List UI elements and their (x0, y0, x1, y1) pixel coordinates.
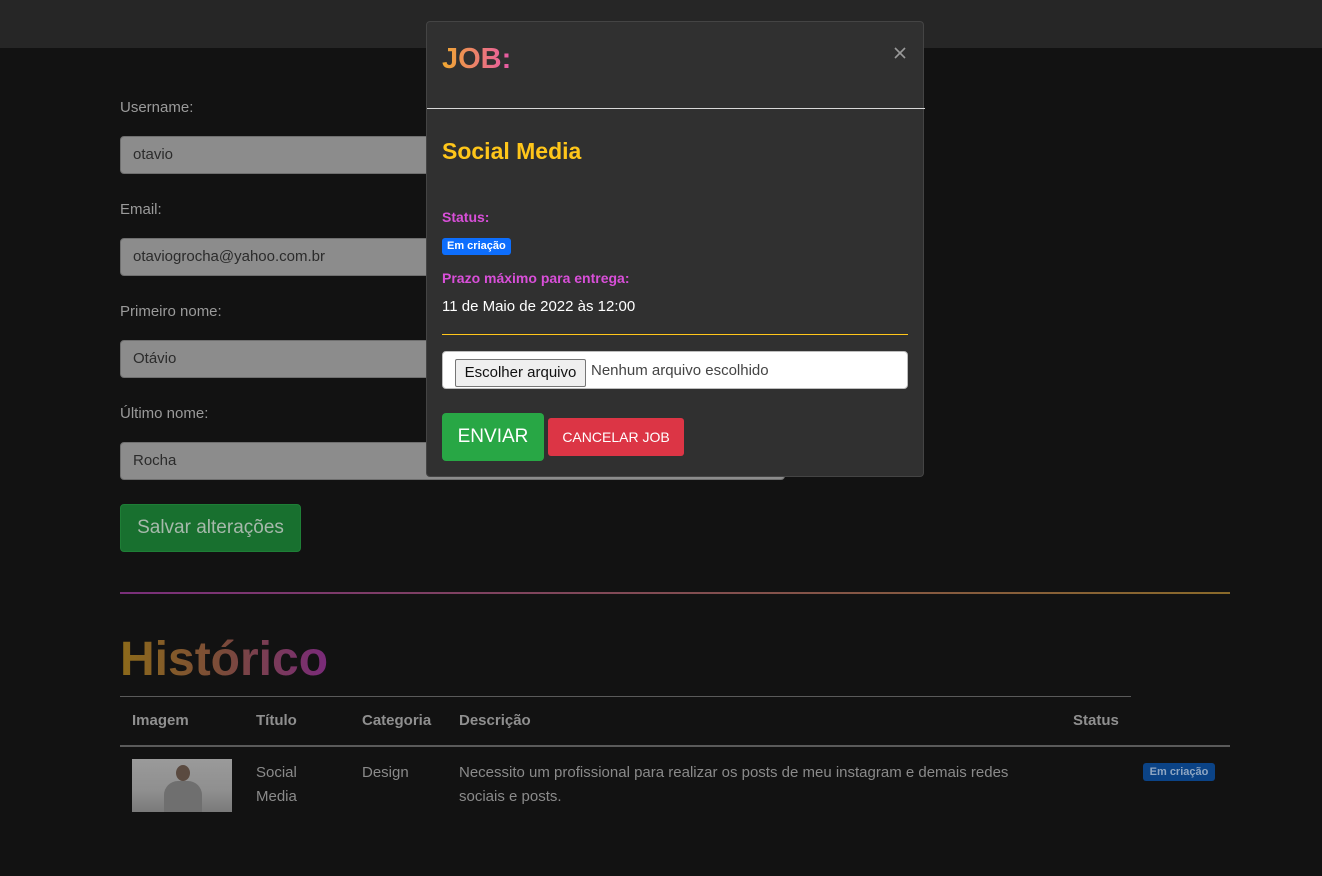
cancel-job-button[interactable]: CANCELAR JOB (548, 418, 684, 456)
close-icon[interactable] (893, 46, 907, 60)
column-header-description: Descrição (459, 712, 531, 729)
choose-file-button[interactable]: Escolher arquivo (455, 359, 586, 387)
save-changes-button[interactable]: Salvar alterações (120, 504, 301, 552)
table-top-border (120, 696, 1131, 697)
username-label: Username: (120, 99, 194, 116)
modal-body-divider (442, 334, 908, 335)
status-label: Status: (442, 209, 490, 225)
job-modal: JOB: Social Media Status: Em criação Pra… (426, 21, 925, 477)
column-header-status: Status (1073, 712, 1119, 729)
section-divider (120, 592, 1230, 594)
job-thumbnail (132, 759, 232, 812)
column-header-image: Imagem (132, 712, 189, 729)
column-header-title: Título (256, 712, 297, 729)
person-head-shape (176, 765, 190, 781)
row-title-line: Media (256, 788, 297, 805)
submit-button[interactable]: ENVIAR (442, 413, 544, 461)
job-title: Social Media (442, 138, 582, 164)
deadline-label: Prazo máximo para entrega: (442, 270, 630, 286)
table-header-border (120, 745, 1230, 747)
email-label: Email: (120, 201, 162, 218)
status-badge: Em criação (442, 238, 511, 255)
row-category: Design (362, 764, 409, 781)
modal-header-divider (427, 108, 925, 109)
row-description: Necessito um profissional para realizar … (459, 761, 1008, 809)
row-title: Social Media (256, 761, 297, 809)
file-status-text: Nenhum arquivo escolhido (591, 362, 769, 379)
history-title: Histórico (120, 633, 329, 686)
person-torso-shape (164, 781, 202, 812)
file-input[interactable]: Escolher arquivo Nenhum arquivo escolhid… (442, 351, 908, 389)
deadline-value: 11 de Maio de 2022 às 12:00 (442, 298, 636, 315)
row-title-line: Social (256, 764, 297, 781)
modal-title: JOB: (442, 43, 512, 75)
column-header-category: Categoria (362, 712, 432, 729)
row-status-badge: Em criação (1143, 763, 1215, 781)
row-description-line: sociais e posts. (459, 788, 562, 805)
page: Username: otavio Email: otaviogrocha@yah… (0, 0, 1322, 876)
first-name-label: Primeiro nome: (120, 303, 222, 320)
last-name-label: Último nome: (120, 405, 209, 422)
row-description-line: Necessito um profissional para realizar … (459, 764, 1009, 781)
